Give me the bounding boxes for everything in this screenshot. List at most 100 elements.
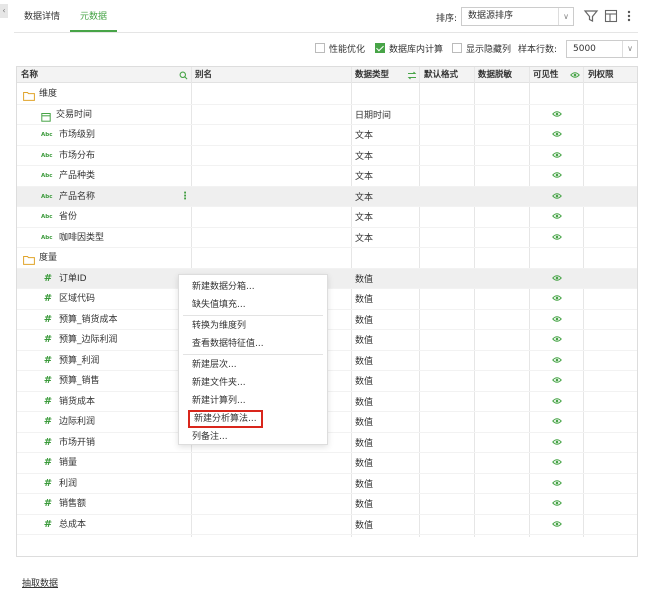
group-row-measure[interactable]: 度量 [17,248,637,269]
filter-icon[interactable] [583,8,599,24]
sort-select[interactable]: 数据源排序 ∨ [461,7,574,26]
show-hidden-checkbox[interactable] [452,43,462,53]
eye-icon[interactable] [552,499,562,509]
field-name: 利润 [59,478,78,489]
tab-data-details[interactable]: 数据详情 [14,0,70,32]
row-menu-icon[interactable]: ⋮ [180,191,190,203]
eye-icon[interactable] [552,417,562,427]
eye-icon[interactable] [552,520,562,530]
hash-icon: # [43,477,53,489]
menu-item-convert-to-dimension[interactable]: 转换为维度列 [179,317,327,335]
data-type-cell[interactable]: 日期时间 [355,105,391,125]
menu-item-new-analysis-algorithm[interactable]: 新建分析算法... [179,410,327,428]
eye-icon[interactable] [552,274,562,284]
data-type-cell[interactable]: 数值 [355,269,373,289]
sample-rows-select[interactable]: 5000 ∨ [566,40,638,58]
menu-item-new-folder[interactable]: 新建文件夹... [179,374,327,392]
menu-item-fill-missing[interactable]: 缺失值填充... [179,296,327,314]
header-data-type[interactable]: 数据类型 [355,67,389,83]
eye-icon[interactable] [552,151,562,161]
header-column-permission[interactable]: 列权限 [588,67,614,83]
eye-icon[interactable] [552,376,562,386]
data-type-cell[interactable]: 数值 [355,289,373,309]
field-name: 总成本 [59,519,87,530]
abc-icon: Abc [41,193,53,200]
abc-icon: Abc [41,214,53,220]
data-type-cell[interactable]: 文本 [355,166,373,186]
eye-icon[interactable] [552,192,562,202]
eye-icon[interactable] [552,335,562,345]
sample-rows-label: 样本行数: [518,44,558,55]
data-type-cell[interactable]: 文本 [355,146,373,166]
eye-icon[interactable] [552,130,562,140]
data-type-cell[interactable]: 数值 [355,392,373,412]
data-type-cell[interactable]: 数值 [355,515,373,535]
data-type-cell[interactable]: 数值 [355,494,373,514]
table-row[interactable]: 交易时间 日期时间 [17,105,637,125]
eye-icon[interactable] [552,294,562,304]
field-name: 市场分布 [59,150,96,161]
header-name[interactable]: 名称 [21,67,38,83]
folder-icon [23,89,35,101]
show-hidden-option[interactable]: 显示隐藏列 [452,40,511,56]
table-row[interactable]: Abc 咖啡因类型 文本 [17,228,637,248]
eye-icon[interactable] [570,71,580,79]
table-row[interactable]: Abc 省份 文本 [17,207,637,228]
data-type-cell[interactable]: 数值 [355,330,373,350]
data-type-cell[interactable]: 数值 [355,433,373,453]
performance-option[interactable]: 性能优化 [315,40,365,56]
search-icon[interactable] [179,71,188,80]
data-type-cell[interactable]: 数值 [355,371,373,391]
group-row-dimension[interactable]: 维度 [17,84,637,105]
table-row[interactable]: # 销售额 数值 [17,494,637,515]
eye-icon[interactable] [552,110,562,120]
menu-item-view-feature-values[interactable]: 查看数据特征值... [179,335,327,353]
performance-checkbox[interactable] [315,43,325,53]
table-row[interactable]: Abc 产品名称 ⋮ 文本 [17,186,637,207]
more-options-icon[interactable] [625,8,633,24]
menu-item-new-binning[interactable]: 新建数据分箱... [179,278,327,296]
data-type-cell[interactable]: 文本 [355,187,373,207]
eye-icon[interactable] [552,171,562,181]
data-type-cell[interactable]: 数值 [355,412,373,432]
db-compute-option[interactable]: 数据库内计算 [375,40,443,56]
db-compute-checkbox[interactable] [375,43,385,53]
group-label: 度量 [39,253,58,263]
eye-icon[interactable] [552,479,562,489]
header-alias[interactable]: 别名 [195,67,212,83]
data-type-cell[interactable]: 数值 [355,453,373,473]
data-type-cell[interactable]: 文本 [355,207,373,227]
table-row[interactable]: # 利润 数值 [17,474,637,494]
table-row[interactable]: # 销量 数值 [17,453,637,474]
eye-icon[interactable] [552,438,562,448]
table-row[interactable]: Abc 市场分布 文本 [17,146,637,166]
data-type-cell[interactable]: 数值 [355,474,373,494]
eye-icon[interactable] [552,233,562,243]
column-layout-icon[interactable] [603,8,619,24]
table-row[interactable]: Abc 产品种类 文本 [17,166,637,187]
menu-item-column-remark[interactable]: 列备注... [179,428,327,446]
swap-icon[interactable] [407,71,417,80]
menu-item-new-calculated-column[interactable]: 新建计算列... [179,392,327,410]
eye-icon[interactable] [552,397,562,407]
menu-item-new-hierarchy[interactable]: 新建层次... [179,356,327,374]
eye-icon[interactable] [552,356,562,366]
eye-icon[interactable] [552,315,562,325]
table-row[interactable]: Abc 市场级别 文本 [17,125,637,146]
eye-icon[interactable] [552,212,562,222]
extract-data-link[interactable]: 抽取数据 [22,576,58,589]
field-name: 交易时间 [56,109,93,120]
data-type-cell[interactable]: 数值 [355,310,373,330]
eye-icon[interactable] [552,458,562,468]
data-type-cell[interactable]: 数值 [355,351,373,371]
header-default-format[interactable]: 默认格式 [424,67,458,83]
table-row[interactable]: # 总成本 数值 [17,515,637,535]
tab-metadata[interactable]: 元数据 [70,0,118,32]
data-type-cell[interactable]: 文本 [355,125,373,145]
field-name-cell: # 销量 [41,453,77,473]
header-visibility[interactable]: 可见性 [533,67,559,83]
data-type-cell[interactable]: 文本 [355,228,373,248]
header-masking[interactable]: 数据脱敏 [478,67,512,83]
collapse-panel-button[interactable]: ‹ [0,4,8,18]
chevron-down-icon: ∨ [622,41,637,57]
